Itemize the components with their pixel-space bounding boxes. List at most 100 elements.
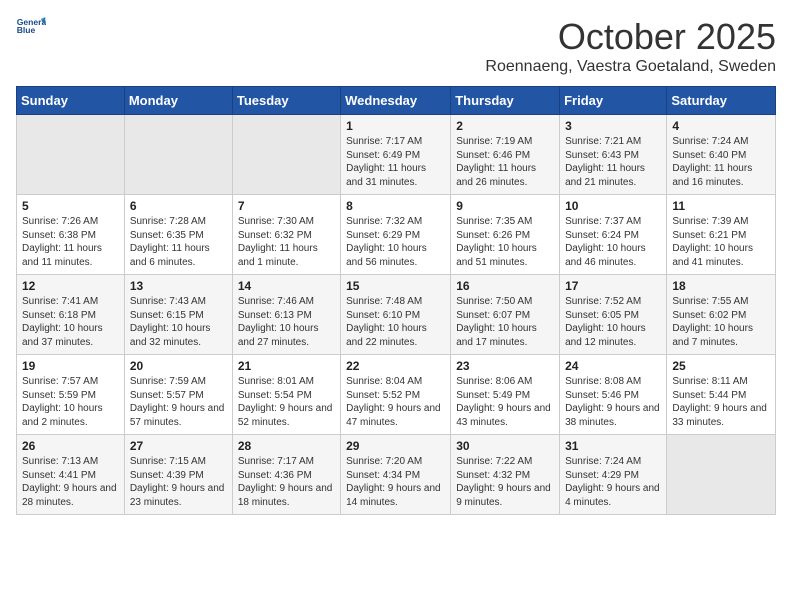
cell-content: Sunrise: 7:55 AM Sunset: 6:02 PM Dayligh… [672,295,770,349]
calendar-cell: 28 Sunrise: 7:17 AM Sunset: 4:36 PM Dayli… [232,435,340,515]
calendar-cell: 30 Sunrise: 7:22 AM Sunset: 4:32 PM Dayli… [451,435,560,515]
day-number: 9 [456,199,554,213]
cell-content: Sunrise: 7:43 AM Sunset: 6:15 PM Dayligh… [130,295,227,349]
day-number: 23 [456,359,554,373]
title-area: October 2025 Roennaeng, Vaestra Goetalan… [485,16,776,76]
location-title: Roennaeng, Vaestra Goetaland, Sweden [485,58,776,76]
day-number: 20 [130,359,227,373]
day-number: 31 [565,439,661,453]
calendar-cell: 21Sunrise: 8:01 AM Sunset: 5:54 PM Dayli… [232,355,340,435]
page-header: General Blue October 2025 Roennaeng, Vae… [16,16,776,76]
week-row-1: 1Sunrise: 7:17 AM Sunset: 6:49 PM Daylig… [17,115,776,195]
cell-content: Sunrise: 8:11 AM Sunset: 5:44 PM Dayligh… [672,375,770,429]
day-number: 22 [346,359,445,373]
calendar-cell: 9 Sunrise: 7:35 AM Sunset: 6:26 PM Daylig… [451,195,560,275]
cell-content: Sunrise: 8:06 AM Sunset: 5:49 PM Dayligh… [456,375,554,429]
calendar-cell: 12 Sunrise: 7:41 AM Sunset: 6:18 PM Dayli… [17,275,125,355]
calendar-cell: 24Sunrise: 8:08 AM Sunset: 5:46 PM Dayli… [560,355,667,435]
logo: General Blue [16,16,46,36]
day-number: 25 [672,359,770,373]
calendar-cell: 15 Sunrise: 7:48 AM Sunset: 6:10 PM Dayli… [341,275,451,355]
day-header-sunday: Sunday [17,87,125,115]
week-row-2: 5 Sunrise: 7:26 AM Sunset: 6:38 PM Daylig… [17,195,776,275]
day-number: 10 [565,199,661,213]
day-header-wednesday: Wednesday [341,87,451,115]
day-number: 7 [238,199,335,213]
day-number: 2 [456,119,554,133]
calendar-cell [232,115,340,195]
calendar-cell: 13 Sunrise: 7:43 AM Sunset: 6:15 PM Dayli… [124,275,232,355]
day-number: 29 [346,439,445,453]
day-number: 17 [565,279,661,293]
calendar-cell: 11Sunrise: 7:39 AM Sunset: 6:21 PM Dayli… [667,195,776,275]
calendar-cell: 6Sunrise: 7:28 AM Sunset: 6:35 PM Daylig… [124,195,232,275]
day-number: 28 [238,439,335,453]
cell-content: Sunrise: 7:57 AM Sunset: 5:59 PM Dayligh… [22,375,119,429]
cell-content: Sunrise: 8:04 AM Sunset: 5:52 PM Dayligh… [346,375,445,429]
calendar-cell: 25 Sunrise: 8:11 AM Sunset: 5:44 PM Dayli… [667,355,776,435]
day-number: 11 [672,199,770,213]
cell-content: Sunrise: 7:17 AM Sunset: 6:49 PM Dayligh… [346,135,445,189]
day-number: 19 [22,359,119,373]
cell-content: Sunrise: 7:59 AM Sunset: 5:57 PM Dayligh… [130,375,227,429]
cell-content: Sunrise: 7:21 AM Sunset: 6:43 PM Dayligh… [565,135,661,189]
day-number: 27 [130,439,227,453]
day-number: 30 [456,439,554,453]
svg-text:Blue: Blue [17,25,36,35]
cell-content: Sunrise: 7:50 AM Sunset: 6:07 PM Dayligh… [456,295,554,349]
cell-content: Sunrise: 7:48 AM Sunset: 6:10 PM Dayligh… [346,295,445,349]
day-header-tuesday: Tuesday [232,87,340,115]
day-number: 13 [130,279,227,293]
day-header-friday: Friday [560,87,667,115]
calendar-cell: 3 Sunrise: 7:21 AM Sunset: 6:43 PM Daylig… [560,115,667,195]
calendar-cell: 20 Sunrise: 7:59 AM Sunset: 5:57 PM Dayli… [124,355,232,435]
cell-content: Sunrise: 7:30 AM Sunset: 6:32 PM Dayligh… [238,215,335,269]
day-number: 12 [22,279,119,293]
day-number: 18 [672,279,770,293]
calendar-cell: 31 Sunrise: 7:24 AM Sunset: 4:29 PM Dayli… [560,435,667,515]
day-number: 3 [565,119,661,133]
cell-content: Sunrise: 7:24 AM Sunset: 4:29 PM Dayligh… [565,455,661,509]
cell-content: Sunrise: 7:41 AM Sunset: 6:18 PM Dayligh… [22,295,119,349]
calendar-cell: 5 Sunrise: 7:26 AM Sunset: 6:38 PM Daylig… [17,195,125,275]
calendar-cell: 18 Sunrise: 7:55 AM Sunset: 6:02 PM Dayli… [667,275,776,355]
day-number: 6 [130,199,227,213]
calendar-cell: 1Sunrise: 7:17 AM Sunset: 6:49 PM Daylig… [341,115,451,195]
calendar-cell [17,115,125,195]
calendar-cell: 17 Sunrise: 7:52 AM Sunset: 6:05 PM Dayli… [560,275,667,355]
cell-content: Sunrise: 7:22 AM Sunset: 4:32 PM Dayligh… [456,455,554,509]
cell-content: Sunrise: 7:20 AM Sunset: 4:34 PM Dayligh… [346,455,445,509]
calendar-cell: 14Sunrise: 7:46 AM Sunset: 6:13 PM Dayli… [232,275,340,355]
day-number: 16 [456,279,554,293]
day-number: 8 [346,199,445,213]
cell-content: Sunrise: 7:15 AM Sunset: 4:39 PM Dayligh… [130,455,227,509]
week-row-4: 19 Sunrise: 7:57 AM Sunset: 5:59 PM Dayli… [17,355,776,435]
day-number: 4 [672,119,770,133]
header-row: SundayMondayTuesdayWednesdayThursdayFrid… [17,87,776,115]
calendar-cell: 16 Sunrise: 7:50 AM Sunset: 6:07 PM Dayli… [451,275,560,355]
week-row-5: 26Sunrise: 7:13 AM Sunset: 4:41 PM Dayli… [17,435,776,515]
calendar-cell [667,435,776,515]
week-row-3: 12 Sunrise: 7:41 AM Sunset: 6:18 PM Dayli… [17,275,776,355]
cell-content: Sunrise: 7:13 AM Sunset: 4:41 PM Dayligh… [22,455,119,509]
cell-content: Sunrise: 7:26 AM Sunset: 6:38 PM Dayligh… [22,215,119,269]
cell-content: Sunrise: 7:35 AM Sunset: 6:26 PM Dayligh… [456,215,554,269]
calendar-cell: 23 Sunrise: 8:06 AM Sunset: 5:49 PM Dayli… [451,355,560,435]
day-number: 24 [565,359,661,373]
cell-content: Sunrise: 7:24 AM Sunset: 6:40 PM Dayligh… [672,135,770,189]
cell-content: Sunrise: 7:32 AM Sunset: 6:29 PM Dayligh… [346,215,445,269]
cell-content: Sunrise: 8:01 AM Sunset: 5:54 PM Dayligh… [238,375,335,429]
day-number: 5 [22,199,119,213]
calendar-cell: 19 Sunrise: 7:57 AM Sunset: 5:59 PM Dayli… [17,355,125,435]
calendar-cell: 22 Sunrise: 8:04 AM Sunset: 5:52 PM Dayli… [341,355,451,435]
day-number: 15 [346,279,445,293]
calendar-cell [124,115,232,195]
logo-icon: General Blue [16,16,46,36]
month-title: October 2025 [485,16,776,58]
calendar-cell: 10Sunrise: 7:37 AM Sunset: 6:24 PM Dayli… [560,195,667,275]
day-number: 14 [238,279,335,293]
calendar-cell: 27 Sunrise: 7:15 AM Sunset: 4:39 PM Dayli… [124,435,232,515]
calendar-cell: 26Sunrise: 7:13 AM Sunset: 4:41 PM Dayli… [17,435,125,515]
cell-content: Sunrise: 7:17 AM Sunset: 4:36 PM Dayligh… [238,455,335,509]
cell-content: Sunrise: 7:52 AM Sunset: 6:05 PM Dayligh… [565,295,661,349]
